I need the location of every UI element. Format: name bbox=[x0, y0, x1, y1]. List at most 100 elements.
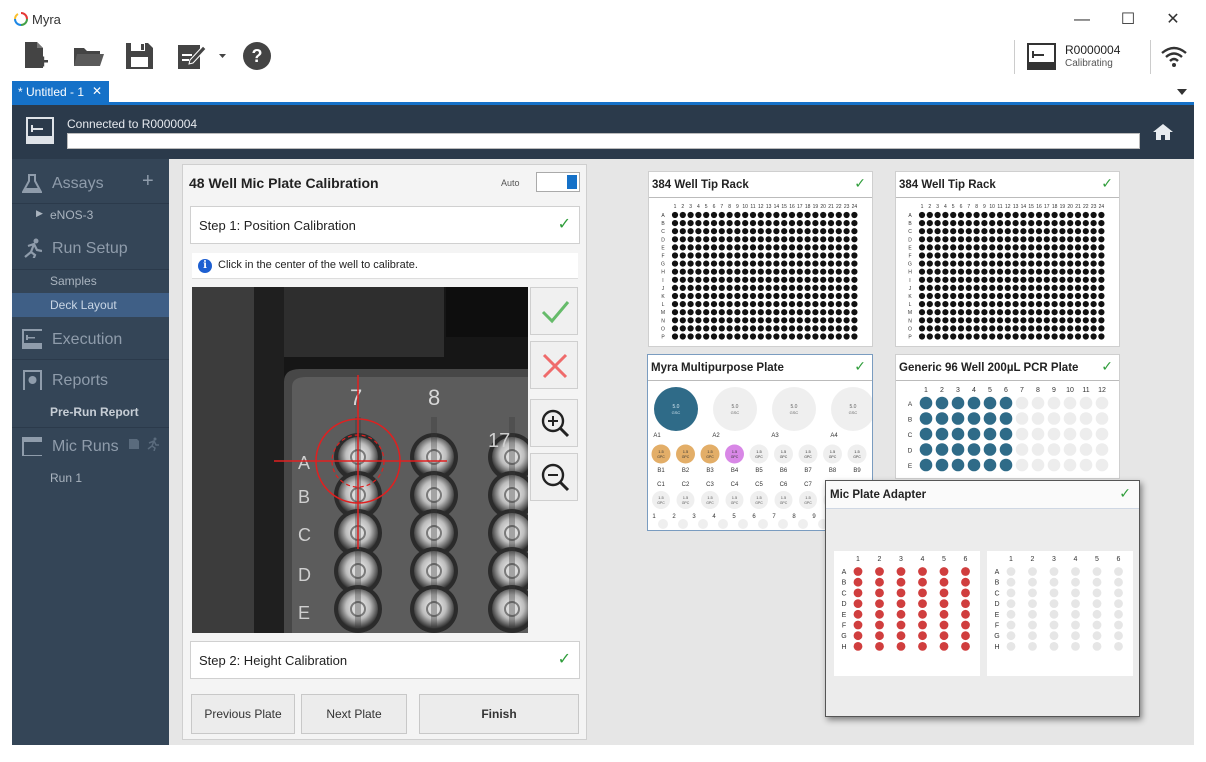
tip-well bbox=[926, 333, 933, 340]
tip-well bbox=[918, 220, 926, 227]
column-label: 2 bbox=[878, 556, 882, 563]
next-plate-button[interactable]: Next Plate bbox=[301, 694, 407, 734]
tip-well bbox=[942, 301, 949, 308]
adapter-plate-right[interactable]: 1 2 3 4 5 6 ABCDEFGH bbox=[987, 551, 1133, 676]
plate-card-tip-rack-2[interactable]: 384 Well Tip Rack ✓ 1 2 3 4 5 6 7 8 9 10 11 12 13 14 1… bbox=[895, 171, 1120, 347]
tip-well bbox=[804, 252, 811, 259]
tip-well bbox=[726, 309, 733, 316]
small-well bbox=[676, 444, 695, 464]
tip-well bbox=[942, 284, 949, 291]
adapter-well bbox=[1071, 567, 1080, 576]
new-file-icon[interactable] bbox=[22, 40, 54, 72]
sidebar-item-execution[interactable]: Execution bbox=[12, 321, 169, 357]
well-label: C3 bbox=[706, 482, 714, 488]
run-icon[interactable] bbox=[146, 437, 160, 451]
expand-arrow-icon[interactable]: ▶ bbox=[36, 208, 43, 219]
tip-well bbox=[1098, 220, 1105, 227]
well-text: GSC bbox=[731, 410, 740, 415]
sidebar-item-mic-runs[interactable]: Mic Runs bbox=[12, 428, 169, 464]
row-label: A bbox=[908, 401, 913, 408]
pcr-well bbox=[983, 427, 997, 441]
sidebar-item-reports[interactable]: Reports bbox=[12, 362, 169, 398]
instrument-status[interactable]: R0000004 Calibrating bbox=[1014, 40, 1144, 74]
tip-well bbox=[788, 252, 796, 259]
tip-well bbox=[773, 211, 780, 219]
minimize-button[interactable]: — bbox=[1072, 10, 1092, 30]
sidebar-item-enos-3[interactable]: ▶ eNOS-3 bbox=[12, 203, 169, 227]
open-folder-icon[interactable] bbox=[72, 40, 104, 72]
column-label: 9 bbox=[1052, 387, 1056, 394]
tip-well bbox=[1004, 301, 1011, 308]
tip-well bbox=[843, 220, 850, 227]
save-icon[interactable] bbox=[124, 40, 156, 72]
pcr-well bbox=[1031, 443, 1045, 456]
close-window-button[interactable]: ✕ bbox=[1163, 10, 1183, 30]
help-icon[interactable]: ? bbox=[242, 40, 274, 72]
sidebar-item-samples[interactable]: Samples bbox=[12, 269, 169, 293]
tip-well bbox=[804, 284, 811, 291]
tip-well bbox=[1074, 260, 1082, 267]
plate-card-tip-rack-1[interactable]: 384 Well Tip Rack ✓ 1 2 3 4 5 6 7 8 9 10 11 12 13 14 1… bbox=[648, 171, 873, 347]
accept-calibration-button[interactable] bbox=[530, 287, 578, 335]
adapter-well bbox=[875, 577, 884, 587]
tip-well bbox=[734, 244, 741, 251]
adapter-plate-left[interactable]: 1 2 3 4 5 6 ABCDEFGH bbox=[834, 551, 980, 676]
tip-well bbox=[773, 228, 780, 235]
home-icon[interactable] bbox=[1152, 123, 1174, 141]
adapter-grid-empty: 1 2 3 4 5 6 ABCDEFGH bbox=[994, 556, 1123, 651]
tip-well bbox=[757, 244, 764, 251]
sidebar-item-pre-run-report[interactable]: Pre-Run Report bbox=[12, 400, 169, 424]
reject-calibration-button[interactable] bbox=[530, 341, 578, 389]
tip-well bbox=[1028, 260, 1035, 267]
progress-bar bbox=[67, 133, 1140, 149]
tip-well bbox=[703, 276, 710, 283]
finish-button[interactable]: Finish bbox=[419, 694, 579, 734]
auto-toggle[interactable] bbox=[536, 172, 580, 192]
sidebar-item-run-setup[interactable]: Run Setup bbox=[12, 230, 169, 266]
zoom-out-icon bbox=[541, 463, 570, 492]
tip-well bbox=[1020, 284, 1027, 291]
tip-well bbox=[679, 228, 686, 235]
sidebar-item-assays[interactable]: Assays + bbox=[12, 165, 169, 201]
tip-well bbox=[926, 228, 933, 235]
tab-untitled-1[interactable]: * Untitled - 1 ✕ bbox=[12, 81, 109, 102]
wifi-icon[interactable] bbox=[1160, 44, 1188, 68]
mic-plate-adapter-dialog[interactable]: Mic Plate Adapter ✓ 123456ABCDEFGH 12345… bbox=[825, 480, 1140, 717]
edit-icon[interactable] bbox=[176, 40, 208, 72]
tip-well bbox=[835, 236, 842, 243]
add-assay-button[interactable]: + bbox=[142, 170, 154, 193]
tip-well bbox=[679, 220, 686, 227]
tip-well bbox=[1090, 268, 1097, 275]
dropdown-arrow-icon[interactable] bbox=[217, 40, 229, 72]
well-label: C1 bbox=[657, 482, 665, 488]
step-2-height-calibration[interactable]: Step 2: Height Calibration ✓ bbox=[190, 641, 580, 679]
tip-well bbox=[1067, 252, 1074, 259]
tip-well bbox=[734, 220, 741, 227]
sidebar-item-deck-layout[interactable]: Deck Layout bbox=[12, 293, 169, 317]
tip-well bbox=[742, 317, 749, 324]
tip-well bbox=[835, 317, 842, 324]
tip-well bbox=[1074, 284, 1082, 291]
tip-well bbox=[918, 276, 926, 283]
plate-card-pcr96[interactable]: Generic 96 Well 200µL PCR Plate ✓ 123456… bbox=[895, 354, 1120, 479]
save-runs-icon[interactable] bbox=[128, 438, 140, 450]
tab-overflow-icon[interactable] bbox=[1176, 88, 1188, 96]
zoom-out-button[interactable] bbox=[530, 453, 578, 501]
tip-well bbox=[749, 252, 757, 259]
maximize-button[interactable]: ☐ bbox=[1118, 10, 1138, 30]
previous-plate-button[interactable]: Previous Plate bbox=[191, 694, 295, 734]
tip-well bbox=[926, 211, 933, 219]
tip-well bbox=[765, 292, 772, 300]
tip-well bbox=[1090, 228, 1097, 235]
step-1-position-calibration[interactable]: Step 1: Position Calibration ✓ bbox=[190, 206, 580, 244]
zoom-in-button[interactable] bbox=[530, 399, 578, 447]
camera-view[interactable]: 7 8 17 A B C D E bbox=[192, 287, 528, 633]
sidebar-item-run-1[interactable]: Run 1 bbox=[12, 466, 169, 490]
column-label: 24 bbox=[1099, 204, 1105, 210]
column-label: 18 bbox=[1052, 204, 1058, 210]
tip-well bbox=[1051, 260, 1058, 267]
tab-close-icon[interactable]: ✕ bbox=[92, 84, 102, 98]
tip-well bbox=[749, 309, 757, 316]
tip-well bbox=[965, 228, 972, 235]
small-well bbox=[774, 491, 793, 509]
